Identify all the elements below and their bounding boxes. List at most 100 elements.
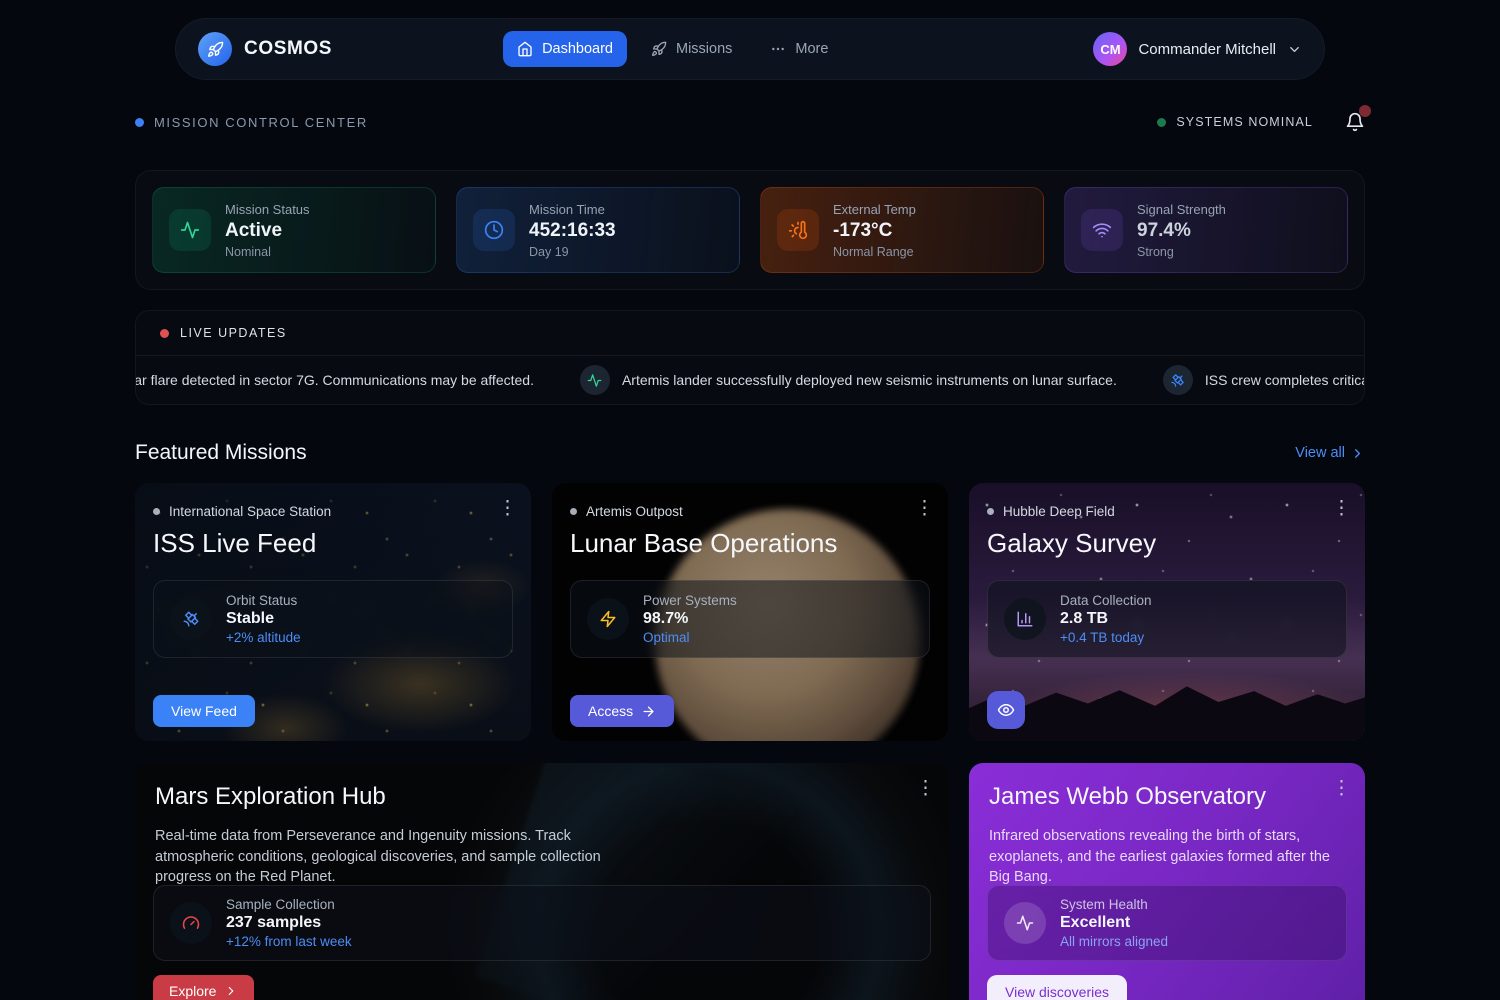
activity-icon: [169, 209, 211, 251]
card-title: Mars Exploration Hub: [155, 783, 929, 811]
kebab-menu-icon[interactable]: ⋮: [1332, 779, 1351, 798]
mission-title: Galaxy Survey: [987, 528, 1347, 559]
home-icon: [517, 41, 533, 57]
rocket-logo-icon: [198, 32, 232, 66]
chevron-down-icon: [1287, 42, 1302, 57]
green-status-dot: [1157, 118, 1166, 127]
nav-links: Dashboard Missions More: [503, 31, 842, 67]
stat-card-signal-strength: Signal Strength 97.4% Strong: [1064, 187, 1348, 273]
eye-icon: [997, 701, 1015, 719]
nav-tab-label: More: [795, 41, 828, 57]
explore-button[interactable]: Explore: [153, 975, 254, 1000]
panel-sub: Optimal: [643, 630, 737, 645]
clock-icon: [473, 209, 515, 251]
panel-sub: +12% from last week: [226, 934, 352, 949]
avatar: CM: [1093, 32, 1127, 66]
kebab-menu-icon[interactable]: ⋮: [1332, 499, 1351, 518]
ticker-item: Artemis lander successfully deployed new…: [580, 365, 1117, 395]
panel-value: 2.8 TB: [1060, 610, 1152, 628]
mission-label-text: Hubble Deep Field: [1003, 504, 1115, 519]
user-menu[interactable]: CM Commander Mitchell: [1093, 32, 1302, 66]
arrow-right-icon: [641, 704, 656, 719]
wifi-icon: [1081, 209, 1123, 251]
mission-stat-panel: Orbit Status Stable +2% altitude: [153, 580, 513, 658]
view-all-label: View all: [1295, 445, 1345, 461]
view-feed-button[interactable]: View Feed: [153, 695, 255, 727]
kebab-menu-icon[interactable]: ⋮: [915, 499, 934, 518]
mission-stat-panel: Power Systems 98.7% Optimal: [570, 580, 930, 658]
card-description: Infrared observations revealing the birt…: [989, 826, 1345, 888]
chevron-right-icon: [224, 984, 238, 998]
button-label: View Feed: [171, 703, 237, 719]
notifications-button[interactable]: [1345, 112, 1365, 132]
user-name: Commander Mitchell: [1138, 41, 1276, 58]
mission-label: Artemis Outpost: [570, 504, 930, 519]
blue-status-dot: [135, 118, 144, 127]
ticker-text: Artemis lander successfully deployed new…: [622, 372, 1117, 388]
notification-dot: [1359, 105, 1371, 117]
button-label: View discoveries: [1005, 984, 1109, 1000]
button-label: Access: [588, 703, 633, 719]
stat-label: External Temp: [833, 202, 916, 217]
stat-label: Mission Time: [529, 202, 616, 217]
stat-label: Mission Status: [225, 202, 310, 217]
mission-label-text: Artemis Outpost: [586, 504, 683, 519]
live-updates-header: LIVE UPDATES: [136, 311, 1364, 356]
stat-card-mission-status: Mission Status Active Nominal: [152, 187, 436, 273]
nav-tab-more[interactable]: More: [756, 31, 842, 67]
chevron-right-icon: [1350, 446, 1365, 461]
nav-tab-label: Missions: [676, 41, 732, 57]
panel-label: Data Collection: [1060, 593, 1152, 608]
stat-value: Active: [225, 220, 310, 242]
ticker-item: ISS crew completes critical EVA repairs …: [1163, 365, 1364, 395]
mission-label-text: International Space Station: [169, 504, 331, 519]
page: COSMOS Dashboard Missions: [0, 0, 1500, 1000]
stat-value: 97.4%: [1137, 220, 1226, 242]
mission-card-iss[interactable]: International Space Station ⋮ ISS Live F…: [135, 483, 531, 741]
mars-exploration-card[interactable]: ⋮ Mars Exploration Hub Real-time data fr…: [135, 763, 949, 1000]
stat-value: 452:16:33: [529, 220, 616, 242]
view-discoveries-button[interactable]: View discoveries: [987, 975, 1127, 1000]
access-button[interactable]: Access: [570, 695, 674, 727]
mission-control-heading: MISSION CONTROL CENTER: [135, 115, 368, 130]
nav-tab-dashboard[interactable]: Dashboard: [503, 31, 627, 67]
stat-value: -173°C: [833, 220, 916, 242]
view-button[interactable]: [987, 691, 1025, 729]
ticker-track: Solar flare detected in sector 7G. Commu…: [136, 356, 1364, 404]
james-webb-card[interactable]: ⋮ James Webb Observatory Infrared observ…: [969, 763, 1365, 1000]
section-title: Featured Missions: [135, 441, 307, 465]
panel-sub: All mirrors aligned: [1060, 934, 1168, 949]
ticker-text: ISS crew completes critical EVA repairs …: [1205, 372, 1364, 388]
card-title: James Webb Observatory: [989, 783, 1345, 811]
button-label: Explore: [169, 983, 216, 999]
nav-tab-missions[interactable]: Missions: [637, 31, 746, 67]
panel-label: Orbit Status: [226, 593, 301, 608]
system-status-label: SYSTEMS NOMINAL: [1176, 115, 1313, 129]
nav-tab-label: Dashboard: [542, 41, 613, 57]
label-dot: [153, 508, 160, 515]
card-description: Real-time data from Perseverance and Ing…: [155, 826, 607, 888]
card-stat-panel: System Health Excellent All mirrors alig…: [987, 885, 1347, 961]
thermometer-sun-icon: [777, 209, 819, 251]
zap-icon: [587, 598, 629, 640]
rocket-icon: [651, 41, 667, 57]
stat-sub: Nominal: [225, 245, 310, 259]
bar-chart-icon: [1004, 598, 1046, 640]
live-red-dot: [160, 329, 169, 338]
card-stat-panel: Sample Collection 237 samples +12% from …: [153, 885, 931, 961]
view-all-link[interactable]: View all: [1295, 445, 1365, 461]
stat-card-external-temp: External Temp -173°C Normal Range: [760, 187, 1044, 273]
mission-label: International Space Station: [153, 504, 513, 519]
nav-wrap: COSMOS Dashboard Missions: [0, 0, 1500, 80]
kebab-menu-icon[interactable]: ⋮: [916, 779, 935, 798]
live-updates-panel: LIVE UPDATES Solar flare detected in sec…: [135, 310, 1365, 405]
kebab-menu-icon[interactable]: ⋮: [498, 499, 517, 518]
mission-card-lunar[interactable]: Artemis Outpost ⋮ Lunar Base Operations …: [552, 483, 948, 741]
stats-panel: Mission Status Active Nominal Mission Ti…: [135, 170, 1365, 290]
panel-value: 237 samples: [226, 914, 352, 932]
navbar: COSMOS Dashboard Missions: [175, 18, 1325, 80]
mission-card-galaxy[interactable]: Hubble Deep Field ⋮ Galaxy Survey Data C…: [969, 483, 1365, 741]
subheader: MISSION CONTROL CENTER SYSTEMS NOMINAL: [135, 112, 1365, 132]
system-status-area: SYSTEMS NOMINAL: [1157, 112, 1365, 132]
brand[interactable]: COSMOS: [198, 32, 332, 66]
